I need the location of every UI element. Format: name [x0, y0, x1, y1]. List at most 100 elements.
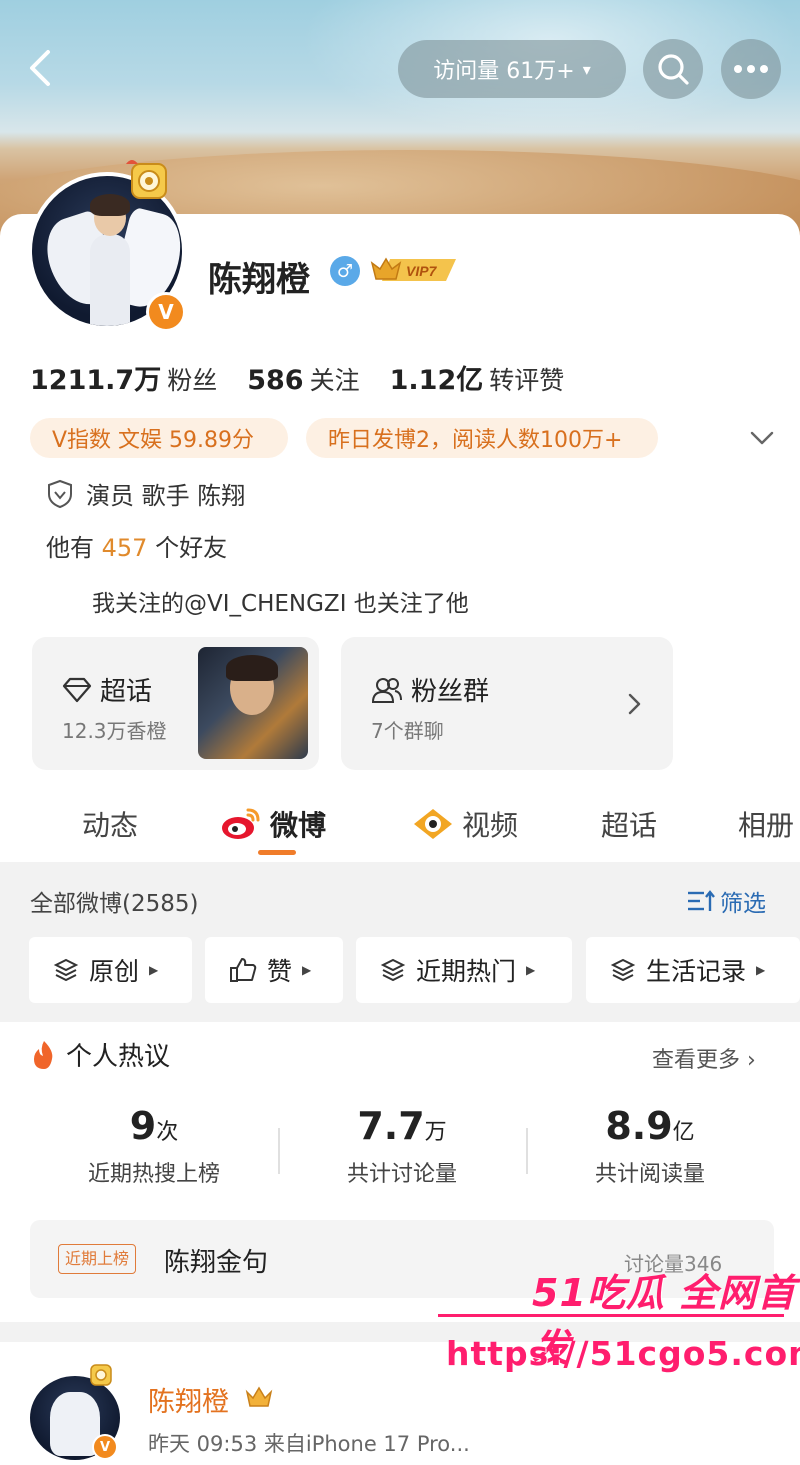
metric-reads: 8.9亿 共计阅读量 — [550, 1104, 750, 1188]
hot-topic-title: 陈翔金句 — [164, 1248, 269, 1278]
crown-icon — [245, 1386, 273, 1407]
thumbs-up-icon — [230, 958, 257, 982]
stat-following[interactable]: 586 关注 — [247, 361, 359, 397]
friends-suffix: 个好友 — [155, 534, 228, 562]
search-icon — [658, 54, 689, 85]
back-button[interactable] — [18, 46, 62, 90]
v-index-tag[interactable]: V指数 文娱 59.89分 — [30, 418, 288, 458]
chip-label: 生活记录 — [646, 957, 747, 986]
filter-button[interactable]: 筛选 — [686, 884, 766, 918]
layers-icon — [610, 958, 636, 982]
visit-count-label: 访问量 61万+ — [433, 59, 575, 84]
supertopic-count: 12.3万香橙 — [62, 719, 167, 743]
tab-label: 微博 — [270, 809, 327, 842]
caret-right-icon: ▶ — [149, 963, 159, 977]
chip-liked[interactable]: 赞 ▶ — [205, 937, 343, 1003]
metric-divider — [526, 1128, 528, 1174]
post-author-name[interactable]: 陈翔橙 — [148, 1380, 229, 1419]
more-button[interactable] — [721, 39, 781, 99]
tab-label: 超话 — [601, 809, 658, 842]
male-icon: ♂ — [330, 256, 360, 286]
post-avatar-pendant-icon — [90, 1364, 112, 1386]
caret-down-icon: ▾ — [582, 59, 591, 79]
stat-followers[interactable]: 1211.7万 粉丝 — [30, 358, 217, 397]
friends-count-row[interactable]: 他有 457 个好友 — [46, 528, 227, 563]
profile-name: 陈翔橙 — [208, 260, 310, 300]
visit-count-button[interactable]: 访问量 61万+ ▾ — [398, 40, 626, 98]
metric-discussion: 7.7万 共计讨论量 — [302, 1104, 502, 1188]
chip-label: 原创 — [89, 957, 140, 986]
fan-group-card[interactable]: 粉丝群 7个群聊 — [341, 637, 673, 770]
chip-recent-hot[interactable]: 近期热门 ▶ — [356, 937, 572, 1003]
avatar-pendant-icon — [126, 160, 167, 199]
chevron-right-icon — [628, 693, 641, 715]
metric-unit: 次 — [156, 1120, 179, 1145]
stat-num: 1.12亿 — [389, 365, 484, 396]
chevron-down-icon[interactable] — [748, 426, 776, 450]
vip-badge-icon[interactable]: VIP7 — [370, 255, 460, 285]
tab-video[interactable]: 视频 — [412, 804, 518, 844]
fan-group-title: 粉丝群 — [411, 677, 490, 707]
tab-label: 相册 — [738, 809, 795, 842]
fan-group-title-row: 粉丝群 — [371, 671, 489, 708]
weibo-icon — [222, 808, 260, 839]
metric-value: 8.9 — [605, 1104, 673, 1148]
tab-label: 视频 — [462, 809, 519, 842]
thumbnail-hair — [226, 655, 278, 681]
stat-interactions[interactable]: 1.12亿 转评赞 — [390, 358, 565, 397]
tab-album[interactable]: 相册 — [738, 804, 794, 844]
metric-hot-search: 9次 近期热搜上榜 — [54, 1104, 254, 1188]
hot-discussion-title-row: 个人热议 — [30, 1036, 170, 1073]
more-icon — [734, 65, 768, 73]
layers-icon — [53, 958, 79, 982]
avatar-figure — [90, 234, 130, 326]
group-icon — [371, 677, 402, 703]
metric-unit: 亿 — [672, 1120, 695, 1145]
chip-life-record[interactable]: 生活记录 ▶ — [586, 937, 800, 1003]
verification-text: 演员 歌手 陈翔 — [86, 482, 246, 510]
post-meta: 昨天 09:53 来自iPhone 17 Pro... — [148, 1432, 470, 1456]
video-icon — [414, 809, 452, 839]
flame-icon — [34, 1040, 53, 1069]
supertopic-card[interactable]: 超话 12.3万香橙 — [32, 637, 319, 770]
supertopic-title-row: 超话 — [62, 671, 152, 708]
shield-check-icon — [48, 479, 72, 508]
metric-value: 7.7 — [357, 1104, 425, 1148]
see-more-label: 查看更多 — [652, 1048, 741, 1073]
metric-value: 9 — [129, 1104, 157, 1148]
watermark-line — [438, 1314, 784, 1317]
search-button[interactable] — [643, 39, 703, 99]
tab-dynamic[interactable]: 动态 — [82, 804, 138, 844]
recent-rank-badge: 近期上榜 — [58, 1244, 137, 1274]
metric-unit: 万 — [424, 1120, 447, 1145]
stat-label: 转评赞 — [489, 366, 565, 395]
mutual-follow-text[interactable]: 我关注的@VI_CHENGZI 也关注了他 — [92, 584, 469, 618]
see-more-link[interactable]: 查看更多 › — [652, 1042, 756, 1074]
vip-label: VIP7 — [406, 263, 438, 279]
verified-v-icon: V — [92, 1434, 118, 1460]
metric-label: 共计阅读量 — [594, 1162, 705, 1187]
active-tab-indicator — [258, 850, 296, 855]
profile-tabs: 动态 微博 视频 超话 相册 — [0, 798, 800, 862]
caret-right-icon: ▶ — [756, 963, 766, 977]
friends-count: 457 — [101, 534, 148, 562]
tab-label: 动态 — [82, 809, 139, 842]
stat-num: 586 — [247, 365, 304, 396]
daily-posts-tag[interactable]: 昨日发博2，阅读人数100万+ — [306, 418, 658, 458]
metric-divider — [278, 1128, 280, 1174]
chip-original[interactable]: 原创 ▶ — [29, 937, 192, 1003]
metric-label: 共计讨论量 — [346, 1162, 457, 1187]
caret-right-icon: ▶ — [526, 963, 536, 977]
supertopic-thumbnail — [198, 647, 308, 759]
caret-right-icon: ▶ — [302, 963, 312, 977]
watermark-url: https://51cgo5.com — [446, 1334, 800, 1373]
diamond-icon — [62, 677, 92, 702]
chevron-right-icon: › — [747, 1048, 756, 1073]
chip-label: 近期热门 — [416, 957, 517, 986]
metric-label: 近期热搜上榜 — [87, 1162, 220, 1187]
verified-v-icon: V — [146, 292, 186, 332]
tab-supertopic[interactable]: 超话 — [601, 804, 657, 844]
tab-weibo[interactable]: 微博 — [220, 804, 326, 844]
stat-label: 粉丝 — [167, 366, 218, 395]
chevron-left-icon — [30, 50, 50, 86]
